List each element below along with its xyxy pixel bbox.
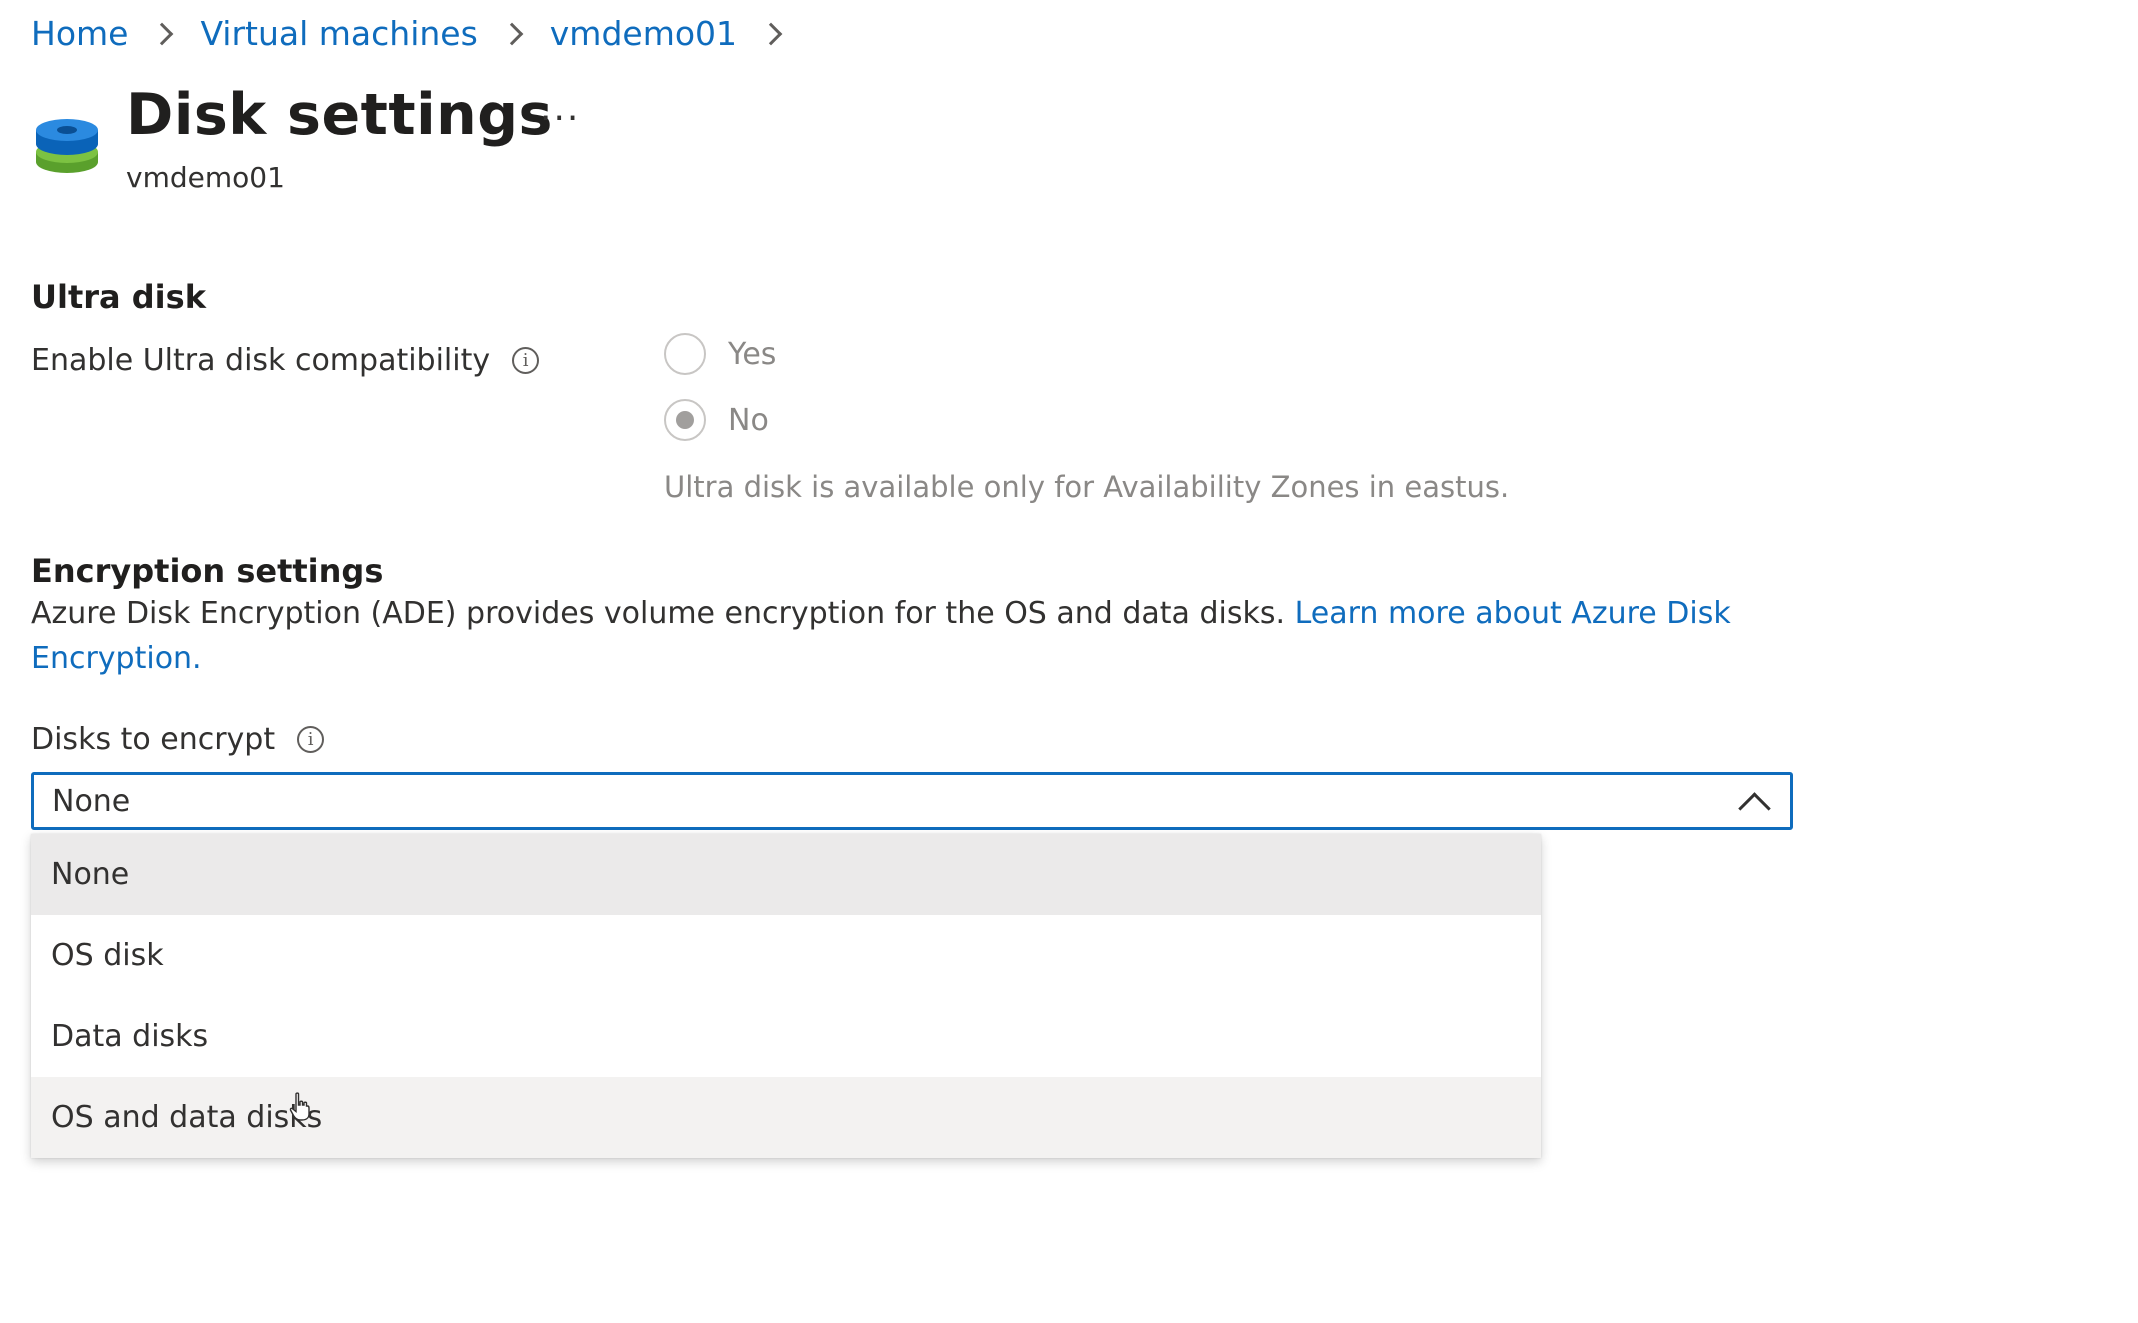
ultra-disk-note: Ultra disk is available only for Availab…	[664, 470, 1510, 504]
disk-stack-icon	[36, 119, 98, 173]
dropdown-option-os-disk[interactable]: OS disk	[31, 915, 1541, 996]
dropdown-menu: None OS disk Data disks OS and data disk…	[31, 834, 1541, 1158]
chevron-right-icon	[151, 22, 174, 45]
ultra-disk-label-text: Enable Ultra disk compatibility	[31, 343, 491, 378]
dropdown-option-os-and-data-disks[interactable]: OS and data disks	[31, 1077, 1541, 1158]
disks-to-encrypt-dropdown[interactable]: None	[31, 772, 1793, 830]
breadcrumb-vm[interactable]: vmdemo01	[550, 14, 737, 53]
info-icon[interactable]: i	[512, 347, 540, 374]
ultra-disk-label: Enable Ultra disk compatibility i	[31, 343, 540, 378]
page-title: Disk settings	[126, 82, 553, 148]
breadcrumb: Home Virtual machines vmdemo01	[31, 14, 809, 53]
encryption-heading: Encryption settings	[31, 552, 384, 590]
chevron-right-icon	[759, 22, 783, 45]
ultra-disk-heading: Ultra disk	[31, 278, 206, 316]
breadcrumb-home[interactable]: Home	[31, 14, 128, 53]
chevron-up-icon	[1738, 791, 1771, 825]
hand-pointer-icon	[289, 1092, 310, 1121]
disks-to-encrypt-label-text: Disks to encrypt	[31, 722, 276, 757]
radio-yes[interactable]: Yes	[664, 333, 776, 375]
dropdown-option-none[interactable]: None	[31, 834, 1541, 915]
radio-yes-label: Yes	[728, 336, 777, 372]
info-icon[interactable]: i	[297, 726, 325, 753]
more-options-button[interactable]: ···	[540, 98, 580, 139]
radio-no[interactable]: No	[664, 399, 769, 441]
radio-no-label: No	[728, 402, 769, 438]
page-subtitle: vmdemo01	[126, 161, 285, 194]
encryption-description: Azure Disk Encryption (ADE) provides vol…	[31, 591, 1751, 681]
chevron-right-icon	[500, 22, 524, 45]
dropdown-selected-value: None	[52, 783, 131, 819]
disks-to-encrypt-label: Disks to encrypt i	[31, 722, 325, 757]
radio-yes-circle[interactable]	[664, 333, 706, 375]
breadcrumb-virtual-machines[interactable]: Virtual machines	[200, 14, 477, 53]
dropdown-option-data-disks[interactable]: Data disks	[31, 996, 1541, 1077]
encryption-description-text: Azure Disk Encryption (ADE) provides vol…	[31, 596, 1286, 631]
radio-no-circle[interactable]	[664, 399, 706, 441]
